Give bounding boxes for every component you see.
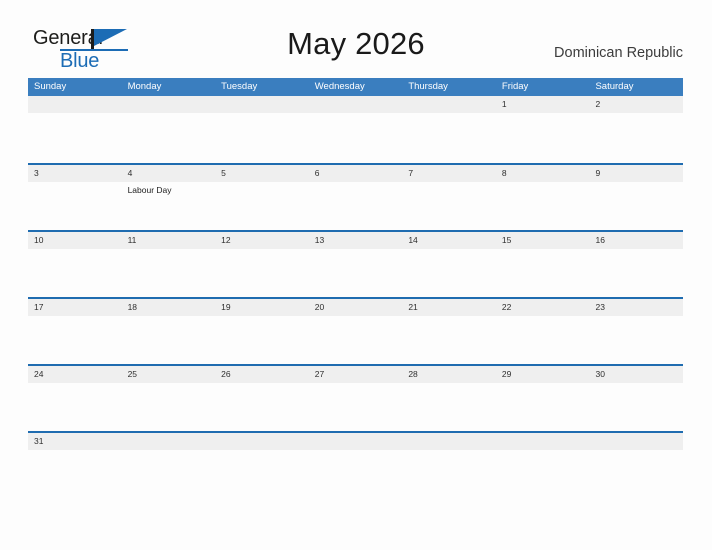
calendar-day-cell[interactable]: 23: [589, 299, 683, 364]
calendar-empty-cell: [402, 96, 496, 161]
day-number: 17: [34, 302, 44, 312]
calendar-empty-cell: [402, 433, 496, 498]
weekday-header-wednesday: Wednesday: [314, 81, 365, 92]
calendar-day-cell[interactable]: 2: [589, 96, 683, 161]
calendar-week-cells: 10 11 12 13 14 15 16: [28, 232, 683, 297]
calendar-week-row: 10 11 12 13 14 15 16: [28, 230, 683, 297]
day-number: 24: [34, 369, 44, 379]
calendar-day-cell[interactable]: 14: [402, 232, 496, 297]
calendar-week-row: 3 4 Labour Day 5 6 7 8 9: [28, 163, 683, 230]
calendar-week-row: 24 25 26 27 28 29 30: [28, 364, 683, 431]
day-number: 27: [314, 369, 325, 379]
day-number: 12: [221, 235, 231, 245]
calendar-day-cell[interactable]: 13: [309, 232, 403, 297]
day-number: 29: [501, 369, 512, 379]
day-number: 19: [221, 302, 231, 312]
day-number: 9: [595, 168, 601, 178]
calendar-empty-cell: [215, 433, 309, 498]
weekday-header-saturday: Saturday: [595, 81, 634, 92]
calendar-week-row: 17 18 19 20 21 22 23: [28, 297, 683, 364]
calendar-day-cell[interactable]: 6: [309, 165, 403, 230]
day-number: 8: [501, 168, 507, 178]
calendar-week-cells: 31: [28, 433, 683, 498]
weekday-header-thursday: Thursday: [408, 81, 448, 92]
day-number: 31: [34, 436, 44, 446]
calendar-page: General Blue May 2026 Dominican Republic…: [0, 0, 712, 550]
calendar-empty-cell: [496, 433, 590, 498]
weekday-header-tuesday: Tuesday: [221, 81, 258, 92]
day-number: 28: [408, 369, 418, 379]
calendar-weeks: 1 2 3 4 Labour Day 5 6 7 8 9 10 11 12 13 14 15 16 17 18 19 2…: [28, 96, 683, 498]
day-number: 25: [127, 369, 138, 379]
calendar-day-cell[interactable]: 20: [309, 299, 403, 364]
calendar-day-cell[interactable]: 3: [28, 165, 122, 230]
holiday-label: Labour Day: [127, 185, 172, 195]
day-number: 7: [408, 168, 414, 178]
calendar-day-cell[interactable]: 24: [28, 366, 122, 431]
day-number: 21: [408, 302, 418, 312]
calendar-day-cell[interactable]: 27: [309, 366, 403, 431]
calendar-day-cell[interactable]: 9: [589, 165, 683, 230]
calendar-week-row: 31: [28, 431, 683, 498]
country-label: Dominican Republic: [554, 45, 683, 61]
calendar-day-cell[interactable]: 11: [122, 232, 216, 297]
calendar-day-cell[interactable]: 26: [215, 366, 309, 431]
day-number: 18: [127, 302, 138, 312]
calendar-day-cell[interactable]: 7: [402, 165, 496, 230]
weekday-header-row: Sunday Monday Tuesday Wednesday Thursday…: [28, 78, 683, 96]
day-number: 16: [595, 235, 605, 245]
calendar-day-cell[interactable]: 5: [215, 165, 309, 230]
calendar-day-cell[interactable]: 10: [28, 232, 122, 297]
day-number: 22: [501, 302, 512, 312]
day-number: 26: [221, 369, 231, 379]
calendar-day-cell[interactable]: 28: [402, 366, 496, 431]
calendar-week-cells: 24 25 26 27 28 29 30: [28, 366, 683, 431]
day-number: 2: [595, 99, 601, 109]
day-number: 1: [501, 99, 507, 109]
day-number: 23: [595, 302, 605, 312]
day-number: 4: [127, 168, 133, 178]
calendar-day-cell[interactable]: 29: [496, 366, 590, 431]
weekday-header-sunday: Sunday: [34, 81, 67, 92]
calendar-day-cell[interactable]: 4 Labour Day: [122, 165, 216, 230]
calendar-day-cell[interactable]: 19: [215, 299, 309, 364]
calendar-day-cell[interactable]: 21: [402, 299, 496, 364]
day-number: 10: [34, 235, 44, 245]
calendar-week-cells: 12: [28, 96, 683, 161]
day-number: 20: [314, 302, 325, 312]
calendar-empty-cell: [215, 96, 309, 161]
calendar-week-row: 12: [28, 96, 683, 163]
calendar-empty-cell: [28, 96, 122, 161]
calendar-day-cell[interactable]: 31: [28, 433, 122, 498]
calendar-empty-cell: [309, 96, 403, 161]
calendar-empty-cell: [589, 433, 683, 498]
day-number: 5: [221, 168, 226, 178]
calendar-empty-cell: [122, 96, 216, 161]
calendar-week-cells: 17 18 19 20 21 22 23: [28, 299, 683, 364]
calendar-day-cell[interactable]: 22: [496, 299, 590, 364]
calendar-day-cell[interactable]: 15: [496, 232, 590, 297]
calendar-day-cell[interactable]: 12: [215, 232, 309, 297]
day-number: 3: [34, 168, 39, 178]
day-number: 15: [501, 235, 512, 245]
calendar-empty-cell: [309, 433, 403, 498]
calendar-day-cell[interactable]: 30: [589, 366, 683, 431]
calendar-day-cell[interactable]: 17: [28, 299, 122, 364]
calendar-day-cell[interactable]: 1: [496, 96, 590, 161]
calendar-empty-cell: [122, 433, 216, 498]
weekday-header-friday: Friday: [501, 81, 529, 92]
calendar-day-cell[interactable]: 8: [496, 165, 590, 230]
calendar-day-cell[interactable]: 16: [589, 232, 683, 297]
day-number: 14: [408, 235, 418, 245]
day-number: 13: [314, 235, 325, 245]
day-number: 11: [127, 235, 137, 245]
day-number: 30: [595, 369, 605, 379]
day-number: 6: [314, 168, 320, 178]
calendar-week-cells: 3 4 Labour Day 5 6 7 8 9: [28, 165, 683, 230]
calendar-day-cell[interactable]: 18: [122, 299, 216, 364]
weekday-header-monday: Monday: [127, 81, 162, 92]
page-header: General Blue May 2026 Dominican Republic: [0, 0, 712, 76]
calendar-grid: Sunday Monday Tuesday Wednesday Thursday…: [28, 78, 683, 498]
calendar-day-cell[interactable]: 25: [122, 366, 216, 431]
